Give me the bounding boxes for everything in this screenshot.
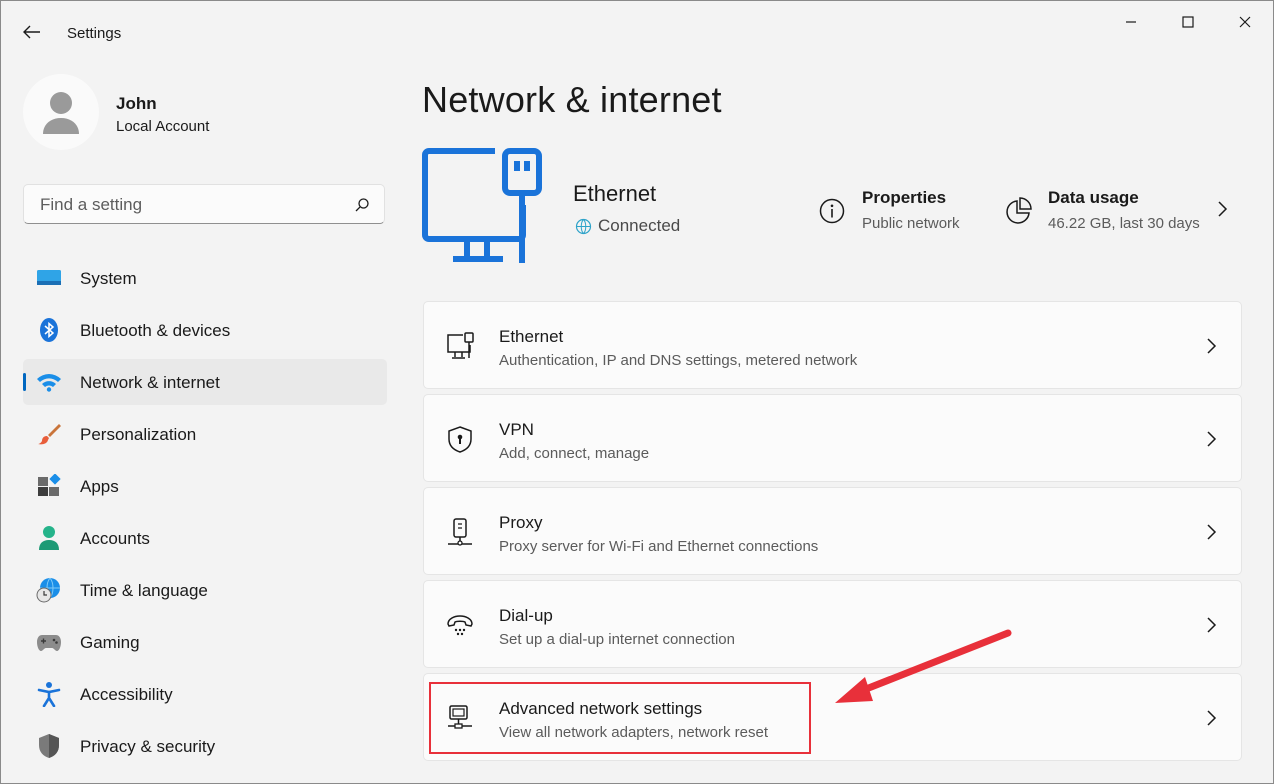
user-name: John xyxy=(116,94,157,113)
avatar[interactable] xyxy=(23,74,99,150)
page-title: Network & internet xyxy=(422,79,722,120)
data-usage-link[interactable]: Data usage xyxy=(1048,188,1139,208)
card-vpn[interactable]: VPN Add, connect, manage xyxy=(423,394,1242,482)
properties-link[interactable]: Properties xyxy=(862,188,946,208)
sidebar-item-network[interactable]: Network & internet xyxy=(23,359,387,405)
system-icon xyxy=(36,266,62,290)
sidebar-item-label: Gaming xyxy=(80,633,140,652)
settings-window: Settings John Local Account Find a setti… xyxy=(0,0,1274,784)
account-type: Local Account xyxy=(116,118,210,135)
globe-clock-icon xyxy=(36,577,62,603)
card-proxy[interactable]: Proxy Proxy server for Wi-Fi and Etherne… xyxy=(423,487,1242,575)
back-button[interactable] xyxy=(19,19,45,45)
window-title: Settings xyxy=(67,25,122,42)
card-ethernet[interactable]: Ethernet Authentication, IP and DNS sett… xyxy=(423,301,1242,389)
minimize-icon xyxy=(1126,21,1136,23)
card-title: VPN xyxy=(499,420,534,439)
sidebar-item-gaming[interactable]: Gaming xyxy=(23,619,387,665)
brush-icon xyxy=(36,422,62,446)
chevron-right-icon[interactable] xyxy=(1213,200,1231,218)
sidebar-item-label: Time & language xyxy=(80,581,208,600)
info-icon[interactable] xyxy=(818,197,846,225)
chevron-right-icon xyxy=(1207,617,1217,633)
search-icon[interactable] xyxy=(354,197,370,213)
chevron-right-icon xyxy=(1207,710,1217,726)
sidebar-item-label: Apps xyxy=(80,477,119,496)
sidebar-item-accounts[interactable]: Accounts xyxy=(23,515,387,561)
sidebar-item-personalization[interactable]: Personalization xyxy=(23,411,387,457)
card-subtitle: Authentication, IP and DNS settings, met… xyxy=(499,352,858,369)
sidebar-item-bluetooth[interactable]: Bluetooth & devices xyxy=(23,307,387,353)
sidebar-item-label: Network & internet xyxy=(80,373,220,392)
sidebar-item-privacy-security[interactable]: Privacy & security xyxy=(23,723,387,769)
close-icon xyxy=(1239,16,1251,28)
card-subtitle: Proxy server for Wi-Fi and Ethernet conn… xyxy=(499,538,819,555)
network-profile: Public network xyxy=(862,215,960,232)
search-input[interactable] xyxy=(38,193,342,217)
connection-status: Connected xyxy=(598,216,681,235)
sidebar-nav: System Bluetooth & devices Network & int… xyxy=(23,255,387,775)
sidebar-item-accessibility[interactable]: Accessibility xyxy=(23,671,387,717)
phone-icon xyxy=(445,610,475,640)
ethernet-icon xyxy=(445,331,475,361)
vpn-shield-icon xyxy=(445,424,475,454)
sidebar-item-time-language[interactable]: Time & language xyxy=(23,567,387,613)
sidebar-item-label: System xyxy=(80,269,137,288)
sidebar-item-label: Accounts xyxy=(80,529,150,548)
title-bar: Settings xyxy=(1,1,1273,49)
sidebar-item-label: Privacy & security xyxy=(80,737,216,756)
arrow-left-icon xyxy=(23,25,40,39)
card-subtitle: Add, connect, manage xyxy=(499,445,650,462)
annotation-highlight-box xyxy=(429,682,811,754)
bluetooth-icon xyxy=(36,318,62,342)
apps-icon xyxy=(36,474,62,498)
gamepad-icon xyxy=(36,630,62,654)
chevron-right-icon xyxy=(1207,431,1217,447)
search-box[interactable] xyxy=(23,184,385,224)
data-usage-value: 46.22 GB, last 30 days xyxy=(1048,215,1200,232)
maximize-button[interactable] xyxy=(1170,9,1206,35)
maximize-icon xyxy=(1182,16,1194,28)
chevron-right-icon xyxy=(1207,338,1217,354)
proxy-icon xyxy=(445,517,475,547)
sidebar-item-system[interactable]: System xyxy=(23,255,387,301)
accessibility-icon xyxy=(36,682,62,707)
wifi-icon xyxy=(36,370,62,394)
user-silhouette-icon xyxy=(43,92,79,134)
connection-name: Ethernet xyxy=(573,181,657,206)
card-subtitle: Set up a dial-up internet connection xyxy=(499,631,735,648)
minimize-button[interactable] xyxy=(1113,9,1149,35)
pie-chart-icon[interactable] xyxy=(1004,196,1034,226)
chevron-right-icon xyxy=(1207,524,1217,540)
sidebar-item-label: Personalization xyxy=(80,425,197,444)
card-title: Dial-up xyxy=(499,606,553,625)
shield-icon xyxy=(36,734,62,758)
active-indicator xyxy=(23,373,26,391)
sidebar-item-apps[interactable]: Apps xyxy=(23,463,387,509)
sidebar-item-label: Bluetooth & devices xyxy=(80,321,231,340)
sidebar-item-label: Accessibility xyxy=(80,685,173,704)
ethernet-monitor-icon xyxy=(422,148,542,263)
card-title: Ethernet xyxy=(499,327,564,346)
globe-icon xyxy=(575,218,592,235)
annotation-arrow-icon xyxy=(835,629,1012,703)
close-button[interactable] xyxy=(1227,9,1263,35)
card-title: Proxy xyxy=(499,513,543,532)
person-icon xyxy=(36,526,62,550)
